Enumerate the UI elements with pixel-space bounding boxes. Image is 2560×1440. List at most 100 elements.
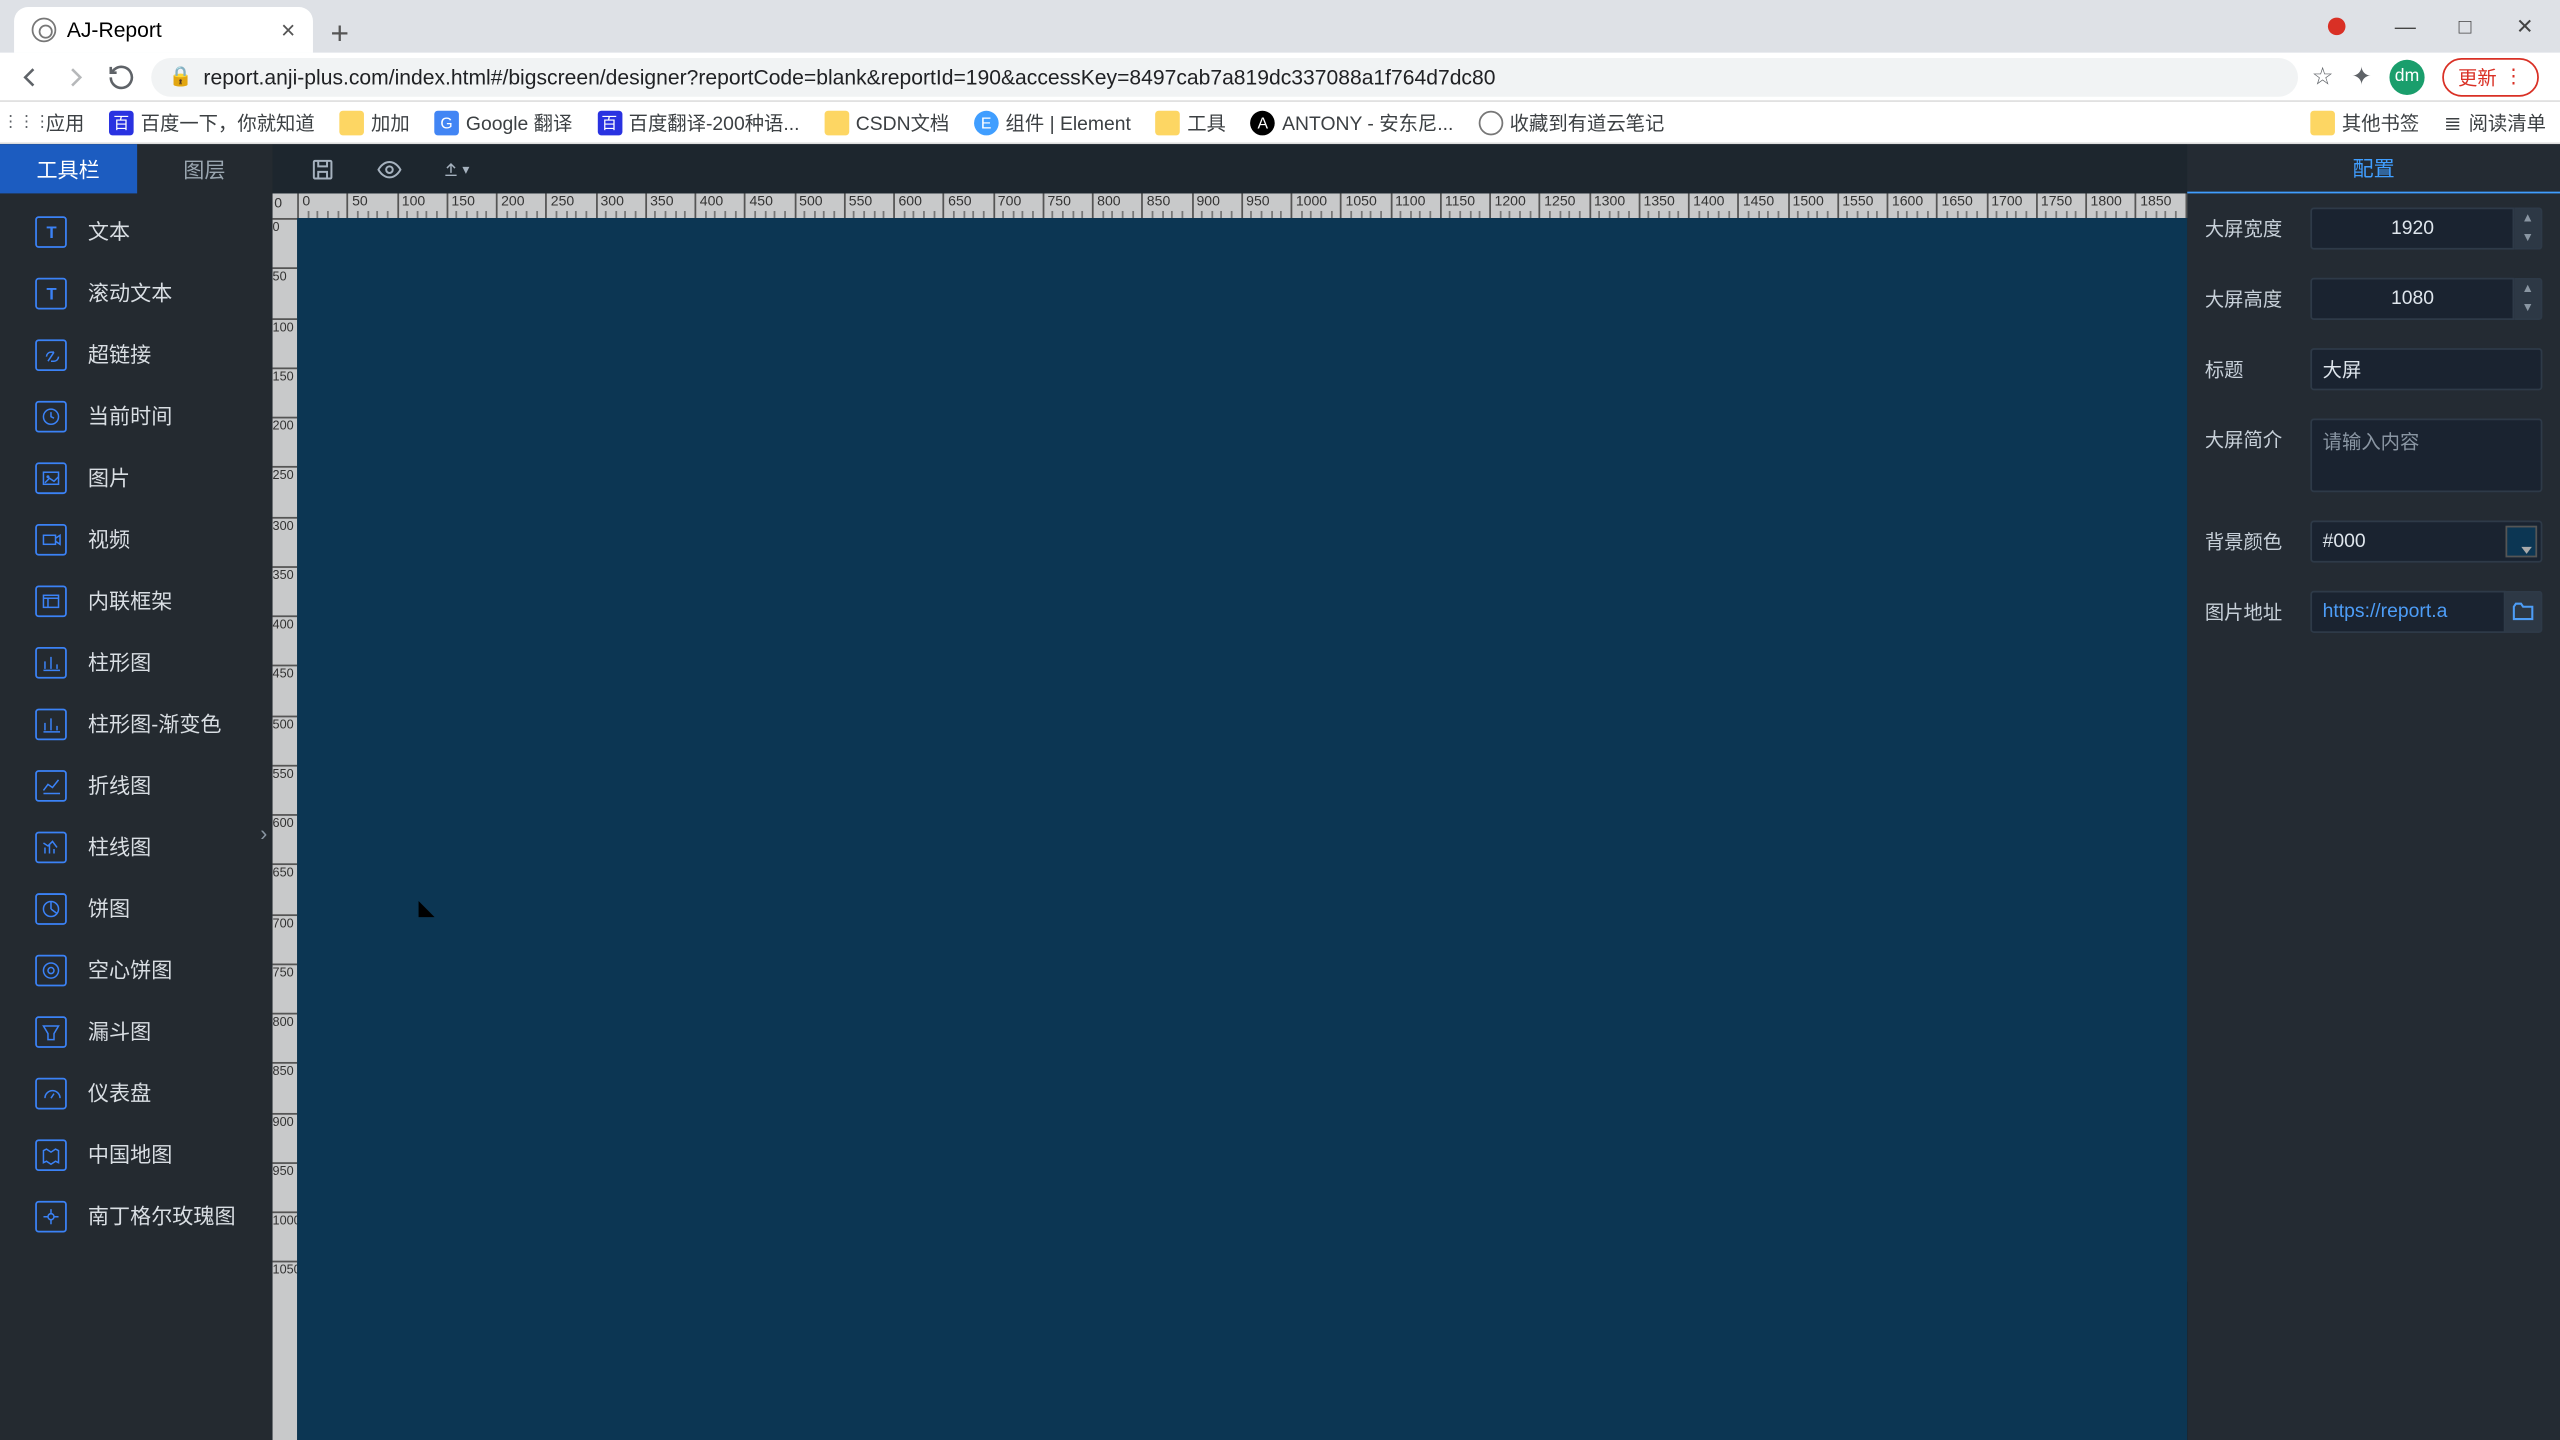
widget-iframe[interactable]: 内联框架 (0, 570, 273, 632)
design-canvas[interactable]: ◣ (297, 218, 2187, 1440)
widget-bar[interactable]: 柱形图-渐变色 (0, 693, 273, 755)
rose-icon (35, 1200, 67, 1232)
height-input[interactable]: ▲▼ (2310, 278, 2542, 320)
canvas-toolbar: ▾ (273, 144, 2188, 193)
browser-address-bar: 🔒 report.anji-plus.com/index.html#/bigsc… (0, 53, 2560, 102)
widget-T[interactable]: T文本 (0, 200, 273, 262)
bookmark-item[interactable]: 收藏到有道云笔记 (1478, 108, 1664, 136)
bookmark-item[interactable]: CSDN文档 (824, 108, 949, 136)
bgcolor-label: 背景颜色 (2205, 527, 2310, 555)
widget-clock[interactable]: 当前时间 (0, 385, 273, 447)
browse-image-button[interactable] (2505, 591, 2543, 633)
height-stepper[interactable]: ▲▼ (2515, 278, 2543, 320)
window-close-button[interactable]: ✕ (2500, 14, 2549, 39)
browser-tab-active[interactable]: AJ-Report × (14, 7, 313, 53)
window-controls: — □ ✕ (2328, 0, 2560, 53)
donut-icon (35, 954, 67, 986)
back-button[interactable] (14, 61, 46, 93)
bookmark-item[interactable]: 百百度一下，你就知道 (109, 108, 315, 136)
folder-icon (1156, 110, 1181, 135)
ruler-horizontal: 0501001502002503003504004505005506006507… (297, 193, 2187, 218)
url-field[interactable]: 🔒 report.anji-plus.com/index.html#/bigsc… (151, 57, 2297, 96)
bookmark-item[interactable]: 百百度翻译-200种语... (597, 108, 800, 136)
height-field[interactable] (2310, 278, 2514, 320)
bookmark-item[interactable]: E组件 | Element (974, 108, 1131, 136)
widget-link[interactable]: 超链接 (0, 324, 273, 386)
widget-gauge[interactable]: 仪表盘 (0, 1062, 273, 1124)
width-label: 大屏宽度 (2205, 215, 2310, 243)
extensions-icon[interactable]: ✦ (2351, 62, 2372, 92)
forward-button[interactable] (60, 61, 92, 93)
barline-icon (35, 831, 67, 863)
bookmark-item[interactable]: GGoogle 翻译 (434, 108, 572, 136)
tab-title: AJ-Report (67, 18, 162, 43)
T-icon: T (35, 277, 67, 309)
apps-icon: ⋮⋮⋮ (14, 110, 39, 135)
widget-pie[interactable]: 饼图 (0, 877, 273, 939)
new-tab-button[interactable]: + (313, 16, 367, 53)
line-icon (35, 769, 67, 801)
ruler-vertical: 0501001502002503003504004505005506006507… (273, 218, 298, 1440)
iframe-icon (35, 585, 67, 617)
height-label: 大屏高度 (2205, 285, 2310, 313)
widget-bar[interactable]: 柱形图 (0, 631, 273, 693)
widget-video[interactable]: 视频 (0, 508, 273, 570)
bookmark-item[interactable]: ⋮⋮⋮应用 (14, 108, 84, 136)
save-icon[interactable] (308, 155, 336, 183)
widget-barline[interactable]: 柱线图 (0, 816, 273, 878)
bar-icon (35, 708, 67, 740)
color-picker-swatch[interactable] (2505, 526, 2537, 558)
widget-rose[interactable]: 南丁格尔玫瑰图 (0, 1185, 273, 1247)
export-icon[interactable]: ▾ (441, 155, 469, 183)
bookmark-item[interactable]: 工具 (1156, 108, 1226, 136)
other-bookmarks[interactable]: 其他书签 (2310, 108, 2419, 136)
bar-icon (35, 646, 67, 678)
globe-icon (32, 18, 57, 43)
config-tab[interactable]: 配置 (2187, 144, 2560, 193)
elem-icon: E (974, 110, 999, 135)
width-stepper[interactable]: ▲▼ (2515, 207, 2543, 249)
maximize-button[interactable]: □ (2440, 14, 2489, 39)
update-button[interactable]: 更新⋮ (2442, 57, 2539, 96)
bookmark-star-icon[interactable]: ☆ (2312, 62, 2334, 92)
folder-icon (339, 110, 364, 135)
title-label: 标题 (2205, 355, 2310, 383)
widget-funnel[interactable]: 漏斗图 (0, 1000, 273, 1062)
link-icon (35, 338, 67, 370)
google-icon: G (434, 110, 459, 135)
svg-text:T: T (46, 222, 56, 241)
map-icon (35, 1138, 67, 1170)
url-text: report.anji-plus.com/index.html#/bigscre… (203, 64, 1495, 89)
widget-donut[interactable]: 空心饼图 (0, 939, 273, 1001)
width-input[interactable]: ▲▼ (2310, 207, 2542, 249)
widget-line[interactable]: 折线图 (0, 754, 273, 816)
reload-button[interactable] (105, 61, 137, 93)
title-field[interactable] (2310, 348, 2542, 390)
left-sidebar: 工具栏 图层 T文本T滚动文本超链接当前时间图片视频内联框架柱形图柱形图-渐变色… (0, 144, 273, 1440)
bookmarks-bar: ⋮⋮⋮应用百百度一下，你就知道加加 GGoogle 翻译百百度翻译-200种语..… (0, 102, 2560, 144)
collapse-sidebar-button[interactable]: › (255, 816, 273, 851)
profile-avatar[interactable]: dm (2389, 59, 2424, 94)
sidebar-tab-toolbar[interactable]: 工具栏 (0, 144, 136, 193)
recording-icon (2328, 18, 2346, 36)
widget-map[interactable]: 中国地图 (0, 1124, 273, 1186)
mouse-cursor-icon: ◣ (418, 895, 432, 916)
desc-textarea[interactable]: 请输入内容 (2310, 418, 2542, 492)
imgurl-field[interactable] (2310, 591, 2504, 633)
bookmark-item[interactable]: 加加 (339, 108, 409, 136)
globe-icon (1478, 110, 1503, 135)
T-icon: T (35, 215, 67, 247)
preview-icon[interactable] (375, 155, 403, 183)
width-field[interactable] (2310, 207, 2514, 249)
browser-tabstrip: AJ-Report × + — □ ✕ (0, 0, 2560, 53)
bookmark-item[interactable]: AANTONY - 安东尼... (1250, 108, 1453, 136)
reading-list[interactable]: ≣阅读清单 (2444, 108, 2546, 136)
widget-T[interactable]: T滚动文本 (0, 262, 273, 324)
minimize-button[interactable]: — (2381, 14, 2430, 39)
sidebar-tab-layer[interactable]: 图层 (136, 144, 272, 193)
close-icon[interactable]: × (281, 16, 295, 44)
baidu-icon: 百 (109, 110, 134, 135)
widget-img[interactable]: 图片 (0, 447, 273, 509)
video-icon (35, 523, 67, 555)
folder-icon (824, 110, 849, 135)
